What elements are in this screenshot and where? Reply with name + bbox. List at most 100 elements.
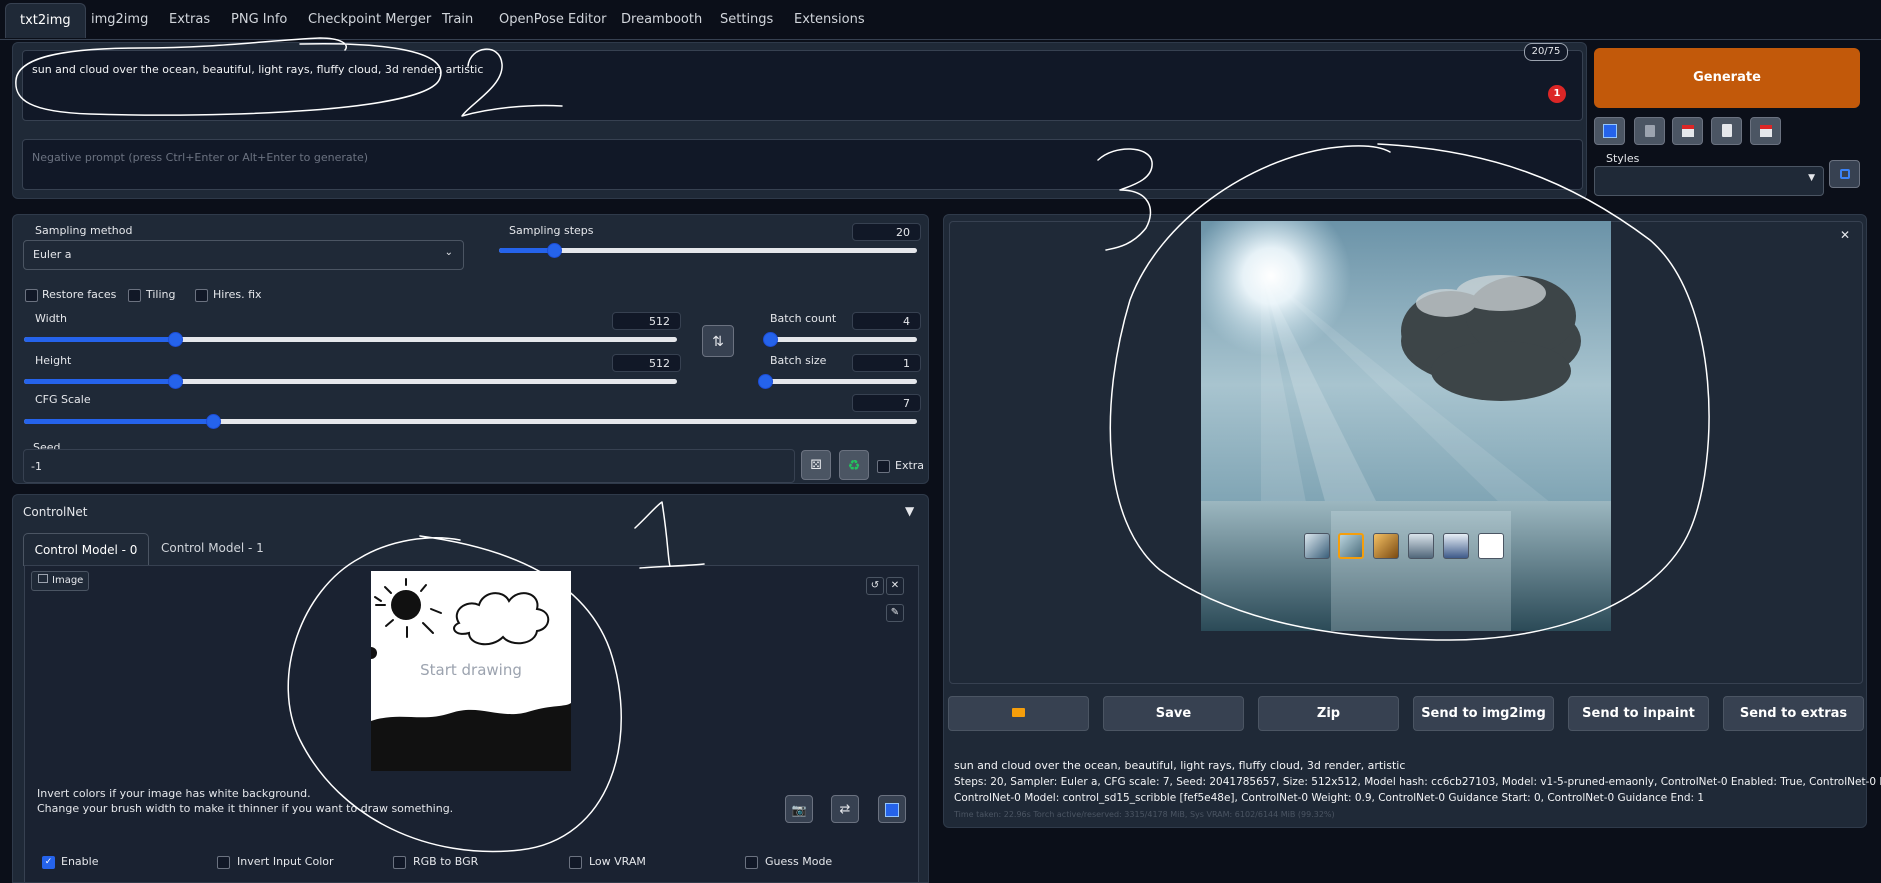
height-slider[interactable]	[24, 374, 677, 389]
prompt-input[interactable]: sun and cloud over the ocean, beautiful,…	[22, 50, 1583, 121]
tab-control-model-0[interactable]: Control Model - 0	[23, 533, 149, 566]
width-slider[interactable]	[24, 332, 677, 347]
tab-control-model-1[interactable]: Control Model - 1	[161, 541, 264, 555]
thumbnail-6-control[interactable]	[1478, 533, 1504, 559]
low-vram-label: Low VRAM	[589, 855, 646, 868]
rgb-to-bgr-checkbox[interactable]	[393, 856, 406, 869]
open-folder-button[interactable]	[948, 696, 1089, 731]
tab-txt2img[interactable]: txt2img	[5, 3, 86, 38]
prompt-text: sun and cloud over the ocean, beautiful,…	[32, 63, 484, 76]
tab-checkpoint-merger[interactable]: Checkpoint Merger	[306, 3, 433, 37]
sampling-method-dropdown[interactable]: Euler a ⌄	[23, 240, 464, 270]
batch-size-input[interactable]: 1	[852, 354, 921, 372]
card-icon	[1681, 125, 1694, 137]
generated-image[interactable]	[1201, 221, 1611, 631]
scribble-canvas[interactable]: Start drawing	[371, 571, 571, 771]
low-vram-checkbox[interactable]	[569, 856, 582, 869]
cfg-scale-slider[interactable]	[24, 414, 917, 429]
height-label: Height	[35, 354, 72, 367]
folder-icon	[1012, 708, 1025, 717]
read-params-button[interactable]	[1594, 117, 1625, 145]
tab-openpose-editor[interactable]: OpenPose Editor	[497, 3, 608, 37]
brush-icon[interactable]: ✎	[886, 604, 904, 622]
send-to-extras-button[interactable]: Send to extras	[1723, 696, 1864, 731]
save-button[interactable]: Save	[1103, 696, 1244, 731]
send-to-img2img-button[interactable]: Send to img2img	[1413, 696, 1554, 731]
batch-count-input[interactable]: 4	[852, 312, 921, 330]
reuse-seed-button[interactable]: ♻	[839, 450, 869, 480]
random-seed-button[interactable]: ⚄	[801, 450, 831, 480]
clipboard-icon	[1721, 124, 1732, 137]
generation-info-params: Steps: 20, Sampler: Euler a, CFG scale: …	[954, 776, 1881, 788]
tab-img2img[interactable]: img2img	[89, 3, 150, 37]
enable-label: Enable	[61, 855, 99, 868]
batch-size-slider[interactable]	[758, 374, 917, 389]
sampling-steps-input[interactable]: 20	[852, 223, 921, 241]
styles-select[interactable]: Styles ▼	[1594, 152, 1824, 196]
clear-prompt-button[interactable]	[1634, 117, 1665, 145]
cfg-scale-input[interactable]: 7	[852, 394, 921, 412]
sampling-method-label: Sampling method	[35, 224, 133, 237]
generation-info-prompt: sun and cloud over the ocean, beautiful,…	[954, 759, 1406, 772]
tab-settings[interactable]: Settings	[718, 3, 775, 37]
tab-bar: txt2img img2img Extras PNG Info Checkpoi…	[0, 0, 1881, 40]
thumbnail-3[interactable]	[1373, 533, 1399, 559]
thumbnail-4[interactable]	[1408, 533, 1434, 559]
thumbnail-5[interactable]	[1443, 533, 1469, 559]
tiling-checkbox[interactable]	[128, 289, 141, 302]
batch-count-slider[interactable]	[762, 332, 917, 347]
generation-time-info: Time taken: 22.96s Torch active/reserved…	[954, 810, 1335, 819]
close-icon[interactable]: ✕	[886, 577, 904, 595]
send-to-inpaint-button[interactable]: Send to inpaint	[1568, 696, 1709, 731]
zip-button[interactable]: Zip	[1258, 696, 1399, 731]
camera-button[interactable]: 📷	[785, 795, 813, 823]
cfg-scale-label: CFG Scale	[35, 393, 91, 406]
extra-networks-button[interactable]	[1672, 117, 1703, 145]
controlnet-title[interactable]: ControlNet	[23, 505, 87, 519]
negative-prompt-placeholder: Negative prompt (press Ctrl+Enter or Alt…	[32, 151, 368, 164]
width-label: Width	[35, 312, 67, 325]
image-icon	[38, 574, 48, 583]
tab-train[interactable]: Train	[440, 3, 475, 37]
tab-dreambooth[interactable]: Dreambooth	[619, 3, 704, 37]
thumbnail-1[interactable]	[1304, 533, 1330, 559]
slider-handle[interactable]	[762, 332, 778, 347]
generate-button[interactable]: Generate	[1594, 48, 1860, 108]
invert-input-color-checkbox[interactable]	[217, 856, 230, 869]
tab-extensions[interactable]: Extensions	[792, 3, 867, 37]
restore-faces-checkbox[interactable]	[25, 289, 38, 302]
slider-handle[interactable]	[205, 414, 221, 429]
negative-prompt-input[interactable]: Negative prompt (press Ctrl+Enter or Alt…	[22, 139, 1583, 190]
swap-canvas-button[interactable]: ⇄	[831, 795, 859, 823]
guess-mode-label: Guess Mode	[765, 855, 833, 868]
tab-extras[interactable]: Extras	[167, 3, 212, 37]
floppy-icon	[1759, 125, 1772, 137]
close-gallery-icon[interactable]: ✕	[1840, 228, 1850, 242]
enable-checkbox[interactable]: ✓	[42, 856, 55, 869]
recycle-icon: ♻	[847, 458, 861, 474]
undo-icon[interactable]: ↺	[866, 577, 884, 595]
save-style-button[interactable]	[1750, 117, 1781, 145]
hires-fix-checkbox[interactable]	[195, 289, 208, 302]
width-input[interactable]: 512	[612, 312, 681, 330]
slider-handle[interactable]	[758, 374, 773, 389]
tab-png-info[interactable]: PNG Info	[229, 3, 289, 37]
sampling-steps-slider[interactable]	[499, 243, 917, 258]
sampling-steps-label: Sampling steps	[509, 224, 594, 237]
new-canvas-button[interactable]	[878, 795, 906, 823]
thumbnail-2-selected[interactable]	[1338, 533, 1364, 559]
swap-arrows-icon: ⇅	[712, 334, 724, 350]
extra-seed-checkbox[interactable]	[877, 460, 890, 473]
refresh-styles-button[interactable]	[1829, 160, 1860, 188]
swap-dimensions-button[interactable]: ⇅	[702, 325, 734, 357]
dice-icon: ⚄	[810, 458, 822, 473]
hint-brush-width: Change your brush width to make it thinn…	[37, 802, 454, 815]
collapse-triangle-icon[interactable]: ▼	[905, 504, 914, 518]
seed-input[interactable]: -1	[23, 449, 795, 483]
guess-mode-checkbox[interactable]	[745, 856, 758, 869]
apply-style-button[interactable]	[1711, 117, 1742, 145]
error-badge: 1	[1548, 85, 1566, 103]
extra-seed-label: Extra	[895, 459, 925, 472]
height-input[interactable]: 512	[612, 354, 681, 372]
styles-dropdown[interactable]: ▼	[1594, 166, 1824, 196]
